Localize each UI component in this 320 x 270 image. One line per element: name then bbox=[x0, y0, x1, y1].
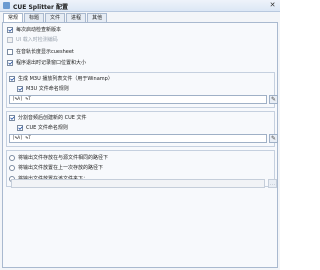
cue-group: 分割音频后创建新的 CUE 文件 CUE 文件命名规则 [%A] %T ✎ bbox=[6, 111, 278, 147]
window-title: CUE Splitter 配置 bbox=[13, 4, 69, 11]
tab-titles[interactable]: 标题 bbox=[24, 13, 45, 22]
config-window: CUE Splitter 配置 ✕ 常规 标题 文件 进程 其他 每次启动检查新… bbox=[0, 0, 280, 270]
generate-cue-label: 分割音频后创建新的 CUE 文件 bbox=[18, 115, 87, 121]
m3u-naming-option[interactable]: M3U 文件命名规则 bbox=[17, 85, 69, 92]
load-unicode-option: UI 载入时检测编码 bbox=[7, 36, 58, 43]
generate-m3u-checkbox[interactable] bbox=[9, 75, 15, 82]
tab-process[interactable]: 进程 bbox=[66, 13, 87, 22]
m3u-naming-checkbox[interactable] bbox=[17, 85, 23, 92]
tab-other[interactable]: 其他 bbox=[87, 13, 108, 22]
show-cuesheet-checkbox[interactable] bbox=[7, 48, 13, 55]
app-icon bbox=[3, 2, 10, 9]
radio-same-folder-label: 将输出文件存放在与源文件相同的路径下 bbox=[18, 155, 109, 161]
radio-last-folder[interactable] bbox=[9, 164, 15, 171]
radio-same-folder[interactable] bbox=[9, 154, 15, 161]
startup-check-label: 每次启动检查新版本 bbox=[16, 27, 62, 33]
generate-cue-checkbox[interactable] bbox=[9, 114, 15, 121]
remember-position-checkbox[interactable] bbox=[7, 59, 13, 66]
generate-m3u-label: 生成 M3U 播放列表文件（用于Winamp） bbox=[18, 76, 113, 82]
title-bar: CUE Splitter 配置 ✕ bbox=[0, 0, 280, 12]
browse-folder-icon[interactable]: … bbox=[268, 179, 277, 188]
show-cuesheet-option[interactable]: 在音轨长度显示cuesheet bbox=[7, 48, 74, 55]
remember-position-option[interactable]: 程序退出时记录窗口位置和大小 bbox=[7, 59, 86, 66]
cue-naming-checkbox[interactable] bbox=[17, 124, 23, 131]
close-button[interactable]: ✕ bbox=[268, 1, 277, 9]
custom-folder-input[interactable] bbox=[11, 179, 265, 188]
startup-check-option[interactable]: 每次启动检查新版本 bbox=[7, 26, 61, 33]
remember-position-label: 程序退出时记录窗口位置和大小 bbox=[16, 60, 87, 66]
generate-cue-option[interactable]: 分割音频后创建新的 CUE 文件 bbox=[9, 114, 87, 121]
show-cuesheet-label: 在音轨长度显示cuesheet bbox=[16, 49, 74, 55]
general-panel: 每次启动检查新版本 UI 载入时检测编码 在音轨长度显示cuesheet 程序退… bbox=[2, 22, 278, 268]
m3u-naming-input[interactable]: [%A] %T bbox=[9, 95, 267, 104]
tab-files[interactable]: 文件 bbox=[45, 13, 66, 22]
cue-naming-input[interactable]: [%A] %T bbox=[9, 134, 267, 143]
cue-naming-label: CUE 文件命名规则 bbox=[26, 125, 68, 131]
m3u-group: 生成 M3U 播放列表文件（用于Winamp） M3U 文件命名规则 [%A] … bbox=[6, 72, 278, 108]
generate-m3u-option[interactable]: 生成 M3U 播放列表文件（用于Winamp） bbox=[9, 75, 113, 82]
radio-last-folder-label: 将输出文件放置在上一次存放的路径下 bbox=[18, 165, 104, 171]
m3u-naming-label: M3U 文件命名规则 bbox=[26, 86, 69, 92]
cue-edit-icon[interactable]: ✎ bbox=[269, 134, 278, 143]
load-unicode-label: UI 载入时检测编码 bbox=[16, 37, 58, 43]
cue-naming-option[interactable]: CUE 文件命名规则 bbox=[17, 124, 68, 131]
startup-check-checkbox[interactable] bbox=[7, 26, 13, 33]
radio-same-folder-option[interactable]: 将输出文件存放在与源文件相同的路径下 bbox=[9, 154, 108, 161]
load-unicode-checkbox bbox=[7, 36, 13, 43]
radio-last-folder-option[interactable]: 将输出文件放置在上一次存放的路径下 bbox=[9, 164, 103, 171]
tab-bar: 常规 标题 文件 进程 其他 bbox=[3, 13, 108, 23]
m3u-edit-icon[interactable]: ✎ bbox=[269, 95, 278, 104]
